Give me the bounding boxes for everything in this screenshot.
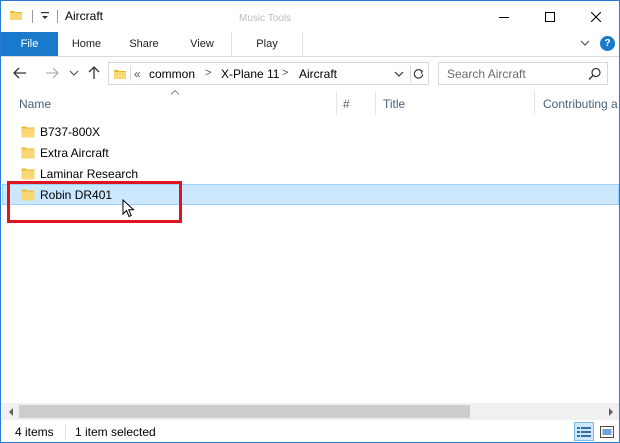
refresh-icon[interactable] <box>410 66 426 82</box>
mouse-cursor-icon <box>122 199 135 218</box>
navigation-bar: « common > X-Plane 11 > Aircraft Search … <box>1 58 619 88</box>
search-icon[interactable] <box>588 67 602 81</box>
column-header-row: Name # Title Contributing a <box>1 89 619 119</box>
column-header-number[interactable]: # <box>343 97 350 111</box>
breadcrumb-x-plane-11[interactable]: X-Plane 11 <box>221 67 279 81</box>
column-divider[interactable] <box>534 91 535 115</box>
breadcrumb-separator[interactable]: > <box>282 67 288 79</box>
maximize-icon <box>545 11 555 22</box>
details-view-button[interactable] <box>574 422 594 441</box>
file-name: B737-800X <box>40 125 101 139</box>
contextual-tab-group-label: Music Tools <box>239 13 292 24</box>
address-separator <box>130 66 131 81</box>
recent-locations-button[interactable] <box>65 64 83 82</box>
folder-icon <box>21 168 35 180</box>
arrow-left-icon <box>13 67 26 79</box>
breadcrumb-overflow[interactable]: « <box>134 67 141 81</box>
ribbon-tab-bar: File Home Share View Play ? <box>1 32 619 57</box>
search-box[interactable]: Search Aircraft <box>438 62 608 85</box>
tab-play[interactable]: Play <box>231 32 303 56</box>
tab-home[interactable]: Home <box>58 32 115 56</box>
file-explorer-window: Aircraft Music Tools File Home Share Vie… <box>0 0 620 443</box>
file-list: B737-800X Extra Aircraft Laminar Researc… <box>1 121 619 401</box>
scroll-right-icon <box>608 407 613 416</box>
scroll-left-icon <box>8 407 13 416</box>
column-header-name[interactable]: Name <box>19 97 51 111</box>
status-separator <box>65 424 66 439</box>
scrollbar-thumb[interactable] <box>19 405 470 418</box>
details-view-icon <box>577 426 591 437</box>
window-title: Aircraft <box>65 9 104 23</box>
close-icon <box>591 11 601 22</box>
file-name: Laminar Research <box>40 167 139 181</box>
breadcrumb-aircraft[interactable]: Aircraft <box>299 67 337 81</box>
folder-icon <box>10 11 22 20</box>
item-count: 4 items <box>15 425 54 439</box>
customize-quick-access-icon[interactable] <box>40 10 50 22</box>
up-button[interactable] <box>85 64 103 82</box>
breadcrumb-common[interactable]: common <box>149 67 195 81</box>
tab-share[interactable]: Share <box>115 32 173 56</box>
selection-count: 1 item selected <box>75 425 156 439</box>
scroll-right-button[interactable] <box>602 403 619 420</box>
file-name: Extra Aircraft <box>40 146 109 160</box>
chevron-down-icon <box>69 70 79 76</box>
toolbar-separator <box>57 10 58 23</box>
tab-view[interactable]: View <box>173 32 231 56</box>
folder-icon <box>114 70 126 79</box>
minimize-button[interactable] <box>481 1 527 32</box>
list-item[interactable]: Extra Aircraft <box>2 142 619 163</box>
scroll-left-button[interactable] <box>2 403 19 420</box>
arrow-up-icon <box>88 66 100 79</box>
toolbar-separator <box>32 10 33 23</box>
help-icon[interactable]: ? <box>600 36 615 51</box>
folder-icon <box>21 126 35 138</box>
horizontal-scrollbar[interactable] <box>2 403 619 420</box>
breadcrumb-separator[interactable]: > <box>205 67 211 79</box>
tab-file[interactable]: File <box>1 32 58 56</box>
title-bar: Aircraft Music Tools <box>1 1 619 32</box>
search-placeholder: Search Aircraft <box>447 67 526 81</box>
forward-button[interactable] <box>43 64 61 82</box>
large-icons-view-icon <box>600 425 614 438</box>
column-divider[interactable] <box>375 91 376 115</box>
chevron-down-icon[interactable] <box>579 37 591 49</box>
maximize-button[interactable] <box>527 1 573 32</box>
column-header-contributing-artists[interactable]: Contributing a <box>543 97 618 111</box>
status-bar: 4 items 1 item selected <box>2 421 619 442</box>
highlight-annotation <box>7 181 182 223</box>
minimize-icon <box>499 16 509 18</box>
folder-icon <box>21 147 35 159</box>
column-divider[interactable] <box>336 91 337 115</box>
sort-ascending-icon <box>170 89 180 95</box>
address-bar[interactable]: « common > X-Plane 11 > Aircraft <box>108 62 429 85</box>
column-header-title[interactable]: Title <box>383 97 405 111</box>
chevron-down-icon[interactable] <box>392 68 406 80</box>
arrow-right-icon <box>46 67 59 79</box>
back-button[interactable] <box>11 64 29 82</box>
close-button[interactable] <box>573 1 619 32</box>
large-icons-view-button[interactable] <box>597 422 617 441</box>
list-item[interactable]: B737-800X <box>2 121 619 142</box>
